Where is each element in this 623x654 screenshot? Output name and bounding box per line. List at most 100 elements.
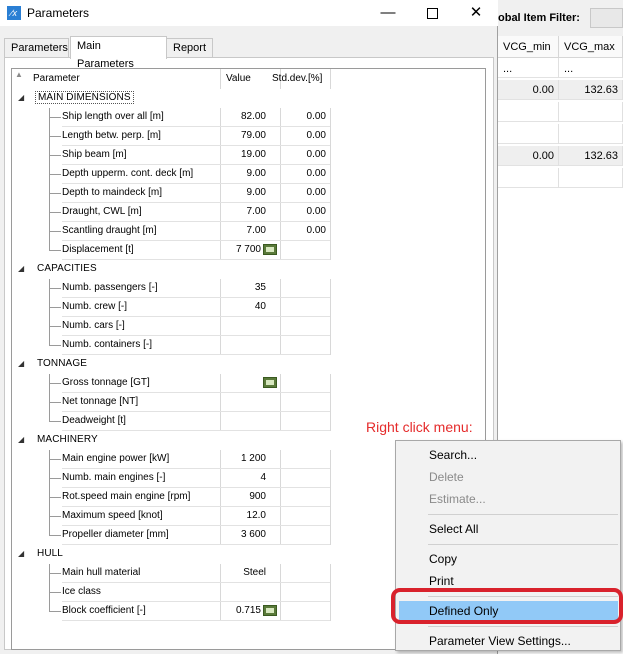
value-cell[interactable]: 40 <box>210 301 278 312</box>
minimize-button[interactable]: — <box>366 0 410 26</box>
group-row[interactable]: ◢ TONNAGE <box>12 355 330 374</box>
parameter-row[interactable]: Ship beam [m] 19.00 0.00 <box>12 146 331 165</box>
value-cell[interactable]: 35 <box>210 282 278 293</box>
value-cell[interactable]: 900 <box>210 491 278 502</box>
parameter-row[interactable]: Scantling draught [m] 7.00 0.00 <box>12 222 331 241</box>
menu-separator <box>428 544 618 545</box>
parameter-label: Gross tonnage [GT] <box>62 377 150 388</box>
cell-divider <box>330 279 331 298</box>
parameter-row[interactable]: Deadweight [t] <box>12 412 331 431</box>
menu-item-select-all[interactable]: Select All <box>399 519 618 540</box>
tree-branch-line <box>49 279 61 298</box>
std-dev-cell[interactable]: 0.00 <box>282 130 328 141</box>
menu-item-search[interactable]: Search... <box>399 445 618 466</box>
parameter-row[interactable]: Draught, CWL [m] 7.00 0.00 <box>12 203 331 222</box>
tree-branch-line <box>49 298 61 317</box>
parameter-row[interactable]: Maximum speed [knot] 12.0 <box>12 507 331 526</box>
collapse-icon[interactable]: ◢ <box>18 264 24 273</box>
std-dev-cell[interactable]: 0.00 <box>282 111 328 122</box>
cell-divider <box>280 526 281 545</box>
value-cell[interactable]: 3 600 <box>210 529 278 540</box>
background-table-row[interactable]: 0.00 132.63 <box>498 146 623 166</box>
title-bar[interactable]: ∕x Parameters — ✕ <box>0 0 498 26</box>
calculator-icon[interactable] <box>263 244 277 255</box>
menu-item-copy[interactable]: Copy <box>399 549 618 570</box>
close-button[interactable]: ✕ <box>454 0 498 26</box>
collapse-icon[interactable]: ◢ <box>18 359 24 368</box>
column-header-vcg-min[interactable]: VCG_min ... <box>498 36 559 75</box>
collapse-icon[interactable]: ◢ <box>18 549 24 558</box>
group-row[interactable]: ◢ MACHINERY <box>12 431 330 450</box>
parameter-row[interactable]: Main engine power [kW] 1 200 <box>12 450 331 469</box>
parameter-row[interactable]: Numb. containers [-] <box>12 336 331 355</box>
menu-item-estimate[interactable]: Estimate... <box>399 489 618 510</box>
parameter-row[interactable]: Depth to maindeck [m] 9.00 0.00 <box>12 184 331 203</box>
cell-divider <box>330 602 331 621</box>
parameter-row[interactable]: Propeller diameter [mm] 3 600 <box>12 526 331 545</box>
parameter-row[interactable]: Main hull material Steel <box>12 564 331 583</box>
cell-divider <box>330 222 331 241</box>
group-row[interactable]: ◢ CAPACITIES <box>12 260 330 279</box>
parameter-row[interactable]: Numb. crew [-] 40 <box>12 298 331 317</box>
parameter-row[interactable]: Ship length over all [m] 82.00 0.00 <box>12 108 331 127</box>
cell-divider <box>280 488 281 507</box>
value-cell[interactable]: 12.0 <box>210 510 278 521</box>
column-header-vcg-max[interactable]: VCG_max ... <box>559 36 623 75</box>
group-row[interactable]: ◢ HULL <box>12 545 330 564</box>
group-label: MAIN DIMENSIONS <box>35 91 134 104</box>
parameter-label: Numb. passengers [-] <box>62 282 158 293</box>
calculator-icon[interactable] <box>263 377 277 388</box>
parameter-row[interactable]: Gross tonnage [GT] <box>12 374 331 393</box>
parameter-row[interactable]: Numb. main engines [-] 4 <box>12 469 331 488</box>
background-table-row[interactable] <box>498 58 623 78</box>
group-label: MACHINERY <box>37 434 98 445</box>
value-cell[interactable]: 9.00 <box>210 168 278 179</box>
menu-item-parameter-view-settings[interactable]: Parameter View Settings... <box>399 631 618 652</box>
cell-divider <box>280 564 281 583</box>
cell-divider <box>330 184 331 203</box>
parameter-row[interactable]: Depth upperm. cont. deck [m] 9.00 0.00 <box>12 165 331 184</box>
column-header-parameter[interactable]: Parameter <box>33 69 80 89</box>
value-cell[interactable]: 19.00 <box>210 149 278 160</box>
parameter-row[interactable]: Net tonnage [NT] <box>12 393 331 412</box>
tab-parameters[interactable]: Parameters <box>4 38 69 58</box>
value-cell[interactable]: 7.00 <box>210 206 278 217</box>
value-cell[interactable]: 4 <box>210 472 278 483</box>
column-header-value[interactable]: Value <box>226 69 251 89</box>
std-dev-cell[interactable]: 0.00 <box>282 168 328 179</box>
column-header-std-dev[interactable]: Std.dev.[%] <box>272 69 322 89</box>
std-dev-cell[interactable]: 0.00 <box>282 187 328 198</box>
cell-divider <box>220 583 221 602</box>
calculator-icon[interactable] <box>263 605 277 616</box>
std-dev-cell[interactable]: 0.00 <box>282 149 328 160</box>
value-cell[interactable]: Steel <box>210 567 278 578</box>
collapse-icon[interactable]: ◢ <box>18 93 24 102</box>
sort-icon[interactable]: ▲ <box>15 65 23 85</box>
cell-divider <box>330 241 331 260</box>
background-table-row[interactable]: 0.00 132.63 <box>498 80 623 100</box>
tab-main-parameters[interactable]: Main Parameters <box>70 36 167 70</box>
tab-report[interactable]: Report <box>166 38 213 58</box>
value-cell[interactable]: 9.00 <box>210 187 278 198</box>
parameter-row[interactable]: Block coefficient [-] 0.715 <box>12 602 331 621</box>
parameter-row[interactable]: Length betw. perp. [m] 79.00 0.00 <box>12 127 331 146</box>
background-table-row[interactable] <box>498 124 623 144</box>
parameter-row[interactable]: Displacement [t] 7 700 <box>12 241 331 260</box>
value-cell[interactable]: 1 200 <box>210 453 278 464</box>
value-cell[interactable]: 82.00 <box>210 111 278 122</box>
global-item-filter-input[interactable] <box>590 8 623 28</box>
parameter-row[interactable]: Rot.speed main engine [rpm] 900 <box>12 488 331 507</box>
parameter-row[interactable]: Numb. passengers [-] 35 <box>12 279 331 298</box>
background-table-row[interactable] <box>498 168 623 188</box>
std-dev-cell[interactable]: 0.00 <box>282 225 328 236</box>
background-table-row[interactable] <box>498 102 623 122</box>
std-dev-cell[interactable]: 0.00 <box>282 206 328 217</box>
maximize-button[interactable] <box>410 0 454 26</box>
menu-item-delete[interactable]: Delete <box>399 467 618 488</box>
value-cell[interactable]: 7.00 <box>210 225 278 236</box>
group-row[interactable]: ◢ MAIN DIMENSIONS <box>12 89 330 108</box>
value-cell[interactable]: 79.00 <box>210 130 278 141</box>
collapse-icon[interactable]: ◢ <box>18 435 24 444</box>
parameter-row[interactable]: Ice class <box>12 583 331 602</box>
parameter-row[interactable]: Numb. cars [-] <box>12 317 331 336</box>
